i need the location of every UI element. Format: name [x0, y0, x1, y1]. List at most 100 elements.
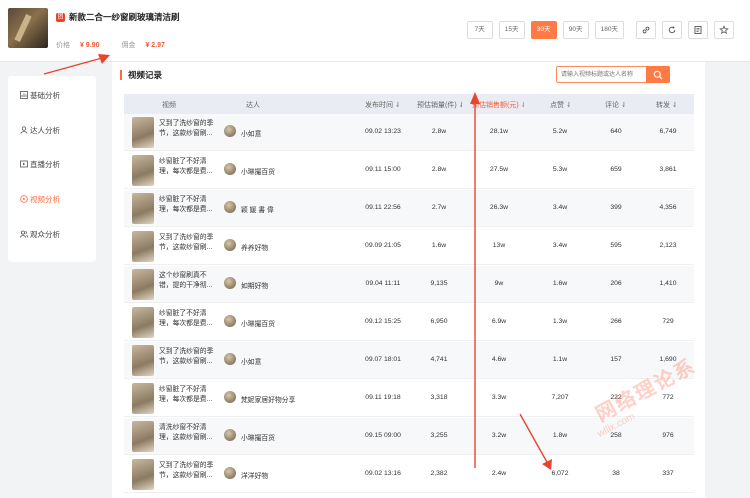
sidebar-item-live[interactable]: 直播分析: [8, 154, 96, 174]
comments-count: 659: [610, 166, 622, 173]
estimated-sales: 2.8w: [431, 128, 447, 135]
video-description[interactable]: 又到了洗纱窗的季节，这款纱窗刷...: [159, 347, 217, 373]
table-row[interactable]: 又到了洗纱窗的季节，这款纱窗刷... 小如意 09.07 18:01 4,741 4.6…: [124, 342, 694, 379]
range-15-button[interactable]: 15天: [498, 21, 525, 39]
table-row[interactable]: 纱窗脏了不好清理，每次都是费... 颖 媛 書 偉 09.11 22:56 2.7w 2…: [124, 190, 694, 227]
video-description[interactable]: 纱窗脏了不好清理，每次都是费...: [159, 157, 217, 183]
play-icon: [20, 195, 28, 203]
table-row[interactable]: 又到了洗纱窗的季节，这款纱窗刷... 小如意 09.02 13:23 2.8w 28.1…: [124, 114, 694, 151]
video-thumbnail[interactable]: [132, 155, 154, 186]
sidebar-item-label: 达人分析: [30, 125, 60, 135]
video-description[interactable]: 又到了洗纱窗的季节，这款纱窗刷...: [159, 233, 217, 259]
video-thumbnail[interactable]: [132, 345, 154, 376]
publish-time: 09.02 13:23: [365, 128, 401, 135]
estimated-gmv: 27.5w: [489, 166, 509, 173]
publish-time: 09.02 13:16: [365, 470, 401, 477]
video-description[interactable]: 清洗纱窗不好清理，这款纱窗刷...: [159, 423, 217, 449]
shares-count: 976: [662, 432, 674, 439]
table-row[interactable]: 纱窗脏了不好清理，每次都是费... 梵妮家居好物分享 09.11 19:18 3,31…: [124, 380, 694, 417]
table-row[interactable]: 又到了洗纱窗的季节，这款纱窗刷... 养养好物 09.09 21:05 1.6w 13w…: [124, 228, 694, 265]
search-input[interactable]: [561, 69, 645, 81]
video-thumbnail[interactable]: [132, 459, 154, 490]
range-toolbar: 7天 15天 30天 90天 180天: [466, 21, 734, 39]
range-180-button[interactable]: 180天: [594, 21, 624, 39]
author-name[interactable]: 小琳撮百货: [241, 432, 275, 442]
likes-count: 7,207: [551, 394, 569, 401]
video-description[interactable]: 又到了洗纱窗的季节，这款纱窗刷...: [159, 119, 217, 145]
link-icon[interactable]: [636, 21, 656, 39]
estimated-gmv: 28.1w: [489, 128, 509, 135]
author-avatar[interactable]: [224, 239, 236, 251]
range-30-button[interactable]: 30天: [530, 21, 557, 39]
author-name[interactable]: 小如意: [241, 128, 261, 138]
table-row[interactable]: 纱窗脏了不好清理，每次都是费... 小琳撮百货 09.11 15:00 2.8w 27.…: [124, 152, 694, 189]
video-thumbnail[interactable]: [132, 193, 154, 224]
header-time[interactable]: 发布时间 ⇃: [365, 100, 401, 110]
video-thumbnail[interactable]: [132, 117, 154, 148]
video-description[interactable]: 这个纱窗刷真不错，提的干净彻...: [159, 271, 217, 297]
author-name[interactable]: 如期好物: [241, 280, 268, 290]
table-row[interactable]: 纱窗脏了不好清理，每次都是费... 小琳撮百货 09.12 15:25 6,950 6.…: [124, 304, 694, 341]
header-shares[interactable]: 转发 ⇃: [656, 100, 678, 110]
table-row[interactable]: 又到了洗纱窗的季节，这款纱窗刷... 洋洋好物 09.02 13:16 2,382 2.…: [124, 456, 694, 493]
author-avatar[interactable]: [224, 353, 236, 365]
author-avatar[interactable]: [224, 201, 236, 213]
qrcode-icon[interactable]: [688, 21, 708, 39]
author-name[interactable]: 梵妮家居好物分享: [241, 394, 295, 404]
author-name[interactable]: 养养好物: [241, 242, 268, 252]
header-comments[interactable]: 评论 ⇃: [605, 100, 627, 110]
video-thumbnail[interactable]: [132, 307, 154, 338]
range-7-button[interactable]: 7天: [466, 21, 493, 39]
shares-count: 2,123: [659, 242, 677, 249]
audience-icon: [20, 230, 28, 238]
star-icon[interactable]: [714, 21, 734, 39]
author-name[interactable]: 洋洋好物: [241, 470, 268, 480]
product-thumbnail[interactable]: [8, 8, 48, 48]
header-sales[interactable]: 预估销量(件) ⇃: [417, 100, 464, 110]
table-row[interactable]: 这个纱窗刷真不错，提的干净彻... 如期好物 09.04 11:11 9,135 9w 1…: [124, 266, 694, 303]
sidebar-item-video[interactable]: 视频分析: [8, 189, 96, 209]
comments-count: 595: [610, 242, 622, 249]
refresh-icon[interactable]: [662, 21, 682, 39]
range-90-button[interactable]: 90天: [562, 21, 589, 39]
author-avatar[interactable]: [224, 125, 236, 137]
video-description[interactable]: 纱窗脏了不好清理，每次都是费...: [159, 385, 217, 411]
author-name[interactable]: 颖 媛 書 偉: [241, 204, 274, 214]
estimated-gmv: 6.9w: [491, 318, 507, 325]
video-thumbnail[interactable]: [132, 231, 154, 262]
table-header: 视频 达人 发布时间 ⇃ 预估销量(件) ⇃ 预估销售额(元) ⇃ 点赞 ⇃ 评…: [124, 94, 694, 114]
publish-time: 09.09 21:05: [365, 242, 401, 249]
video-thumbnail[interactable]: [132, 421, 154, 452]
comments-count: 38: [612, 470, 620, 477]
publish-time: 09.11 22:56: [365, 204, 401, 211]
author-name[interactable]: 小琳撮百货: [241, 166, 275, 176]
header-likes[interactable]: 点赞 ⇃: [550, 100, 572, 110]
sidebar-item-authors[interactable]: 达人分析: [8, 120, 96, 140]
video-records-panel: 视频记录 视频 达人 发布时间 ⇃ 预估销量(件) ⇃ 预估销售额(元) ⇃ 点…: [112, 62, 705, 498]
author-avatar[interactable]: [224, 163, 236, 175]
author-avatar[interactable]: [224, 315, 236, 327]
author-name[interactable]: 小如意: [241, 356, 261, 366]
estimated-gmv: 3.2w: [491, 432, 507, 439]
author-avatar[interactable]: [224, 391, 236, 403]
header-video: 视频: [162, 102, 176, 109]
video-thumbnail[interactable]: [132, 383, 154, 414]
product-title-wrap: 团 新款二合一纱窗刷玻璃清洁刷: [56, 11, 180, 23]
author-name[interactable]: 小琳撮百货: [241, 318, 275, 328]
header-gmv[interactable]: 预估销售额(元) ⇃: [472, 100, 526, 110]
search-button[interactable]: [646, 66, 670, 83]
author-avatar[interactable]: [224, 277, 236, 289]
product-title[interactable]: 新款二合一纱窗刷玻璃清洁刷: [69, 11, 180, 23]
table-row[interactable]: 清洗纱窗不好清理，这款纱窗刷... 小琳撮百货 09.15 09:00 3,255 3.…: [124, 418, 694, 455]
sidebar-item-audience[interactable]: 观众分析: [8, 224, 96, 244]
likes-count: 3.4w: [552, 204, 568, 211]
sidebar-item-label: 基础分析: [30, 90, 60, 100]
video-description[interactable]: 又到了洗纱窗的季节，这款纱窗刷...: [159, 461, 217, 487]
video-description[interactable]: 纱窗脏了不好清理，每次都是费...: [159, 309, 217, 335]
likes-count: 5.3w: [552, 166, 568, 173]
video-description[interactable]: 纱窗脏了不好清理，每次都是费...: [159, 195, 217, 221]
video-thumbnail[interactable]: [132, 269, 154, 300]
author-avatar[interactable]: [224, 429, 236, 441]
sidebar-item-basic[interactable]: 基础分析: [8, 85, 96, 105]
author-avatar[interactable]: [224, 467, 236, 479]
